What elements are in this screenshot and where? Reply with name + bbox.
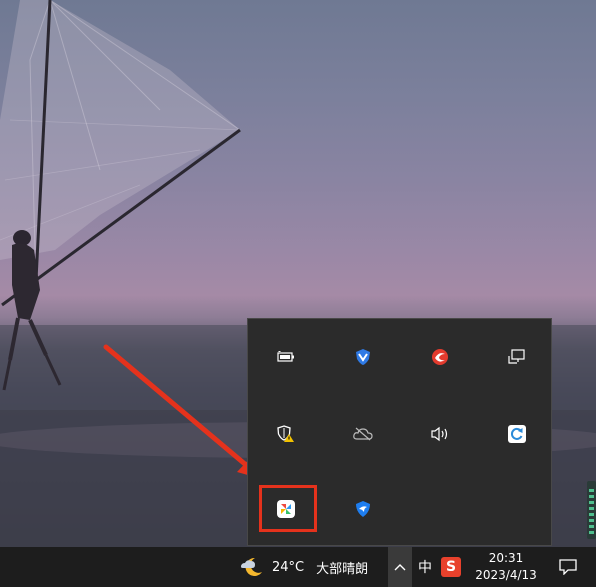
weather-temperature: 24°C [272, 559, 305, 575]
network-monitor-icon[interactable] [497, 337, 537, 377]
taskbar-clock[interactable]: 20:31 2023/4/13 [470, 547, 542, 587]
show-hidden-icons-button[interactable] [388, 547, 412, 587]
refresh-sync-app-icon[interactable] [497, 414, 537, 454]
chevron-up-icon [394, 564, 406, 571]
battery-icon[interactable] [266, 337, 306, 377]
red-swirl-app-icon[interactable] [420, 337, 460, 377]
sogou-icon-label: S [445, 559, 457, 575]
onedrive-offline-icon[interactable] [343, 414, 383, 454]
notification-center-button[interactable] [548, 547, 588, 587]
side-meter-widget [587, 481, 596, 539]
moon-cloud-icon [241, 557, 262, 576]
notification-center-icon [559, 559, 577, 575]
blue-bird-app-icon[interactable] [343, 489, 383, 529]
taskbar: 24°C 大部晴朗 中 S 20:31 2023/4/13 [0, 547, 596, 587]
highlight-box [259, 485, 317, 532]
weather-widget[interactable]: 24°C 大部晴朗 [238, 547, 368, 587]
clock-time: 20:31 [488, 551, 524, 565]
defender-warning-icon[interactable] [266, 414, 306, 454]
weather-condition: 大部晴朗 [316, 561, 369, 577]
sogou-input-icon[interactable]: S [440, 556, 462, 578]
clock-date: 2023/4/13 [475, 568, 537, 582]
volume-icon[interactable] [420, 414, 460, 454]
ime-mode-indicator[interactable]: 中 [414, 547, 436, 587]
shield-v-icon[interactable] [343, 337, 383, 377]
